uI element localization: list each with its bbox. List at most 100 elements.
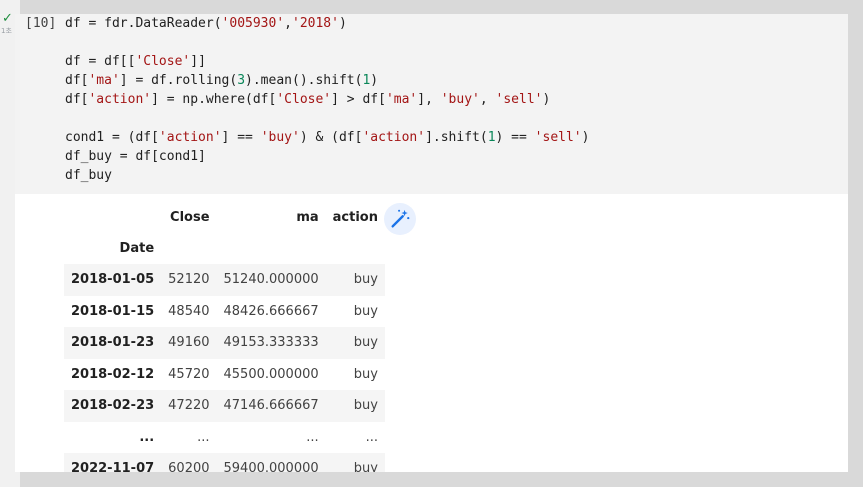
code-token: ) — [338, 16, 347, 31]
code-token: , — [479, 92, 496, 107]
row-index-date: 2018-01-15 — [71, 303, 155, 319]
cell-action: buy — [353, 303, 378, 319]
cell-ma: 47146.666667 — [223, 398, 319, 414]
code-string-token: 'sell' — [534, 130, 582, 145]
index-name-date: Date — [119, 241, 155, 256]
code-editor[interactable]: [10] df = fdr.DataReader('005930','2018'… — [15, 14, 848, 194]
row-index-date: ... — [139, 429, 155, 445]
code-string-token: 'buy' — [440, 92, 480, 107]
code-token: ) & (df[ — [299, 130, 363, 145]
code-token: ) — [370, 73, 379, 88]
code-line: df = fdr.DataReader('005930','2018') — [65, 14, 589, 33]
code-token: df[ — [65, 73, 89, 88]
cell-ma: 48426.666667 — [223, 303, 319, 319]
cell-close: 60200 — [168, 461, 210, 472]
execution-count: [10] — [25, 16, 57, 31]
code-number-token: 1 — [487, 130, 496, 145]
code-line: df['action'] = np.where(df['Close'] > df… — [65, 90, 589, 109]
cell-close: 45720 — [168, 366, 210, 382]
index-row-blank-1 — [161, 233, 216, 264]
code-token: df_buy = df[cond1] — [65, 149, 206, 164]
code-string-token: 'action' — [158, 130, 222, 145]
cell-close: 47220 — [168, 398, 210, 414]
code-string-token: '2018' — [292, 16, 339, 31]
table-row: 2018-02-12 45720 45500.000000 buy — [64, 359, 385, 391]
code-line: df['ma'] = df.rolling(3).mean().shift(1) — [65, 71, 589, 90]
table-row: 2018-02-23 47220 47146.666667 buy — [64, 390, 385, 422]
table-body: 2018-01-05 52120 51240.000000 buy 2018-01-15… — [64, 264, 385, 472]
cell-close: 48540 — [168, 303, 210, 319]
code-string-token: 'action' — [362, 130, 426, 145]
code-token: ] = df.rolling( — [119, 73, 238, 88]
table-row: 2018-01-05 52120 51240.000000 buy — [64, 264, 385, 296]
row-index-date: 2018-01-05 — [71, 272, 155, 288]
code-number-token: 3 — [237, 73, 246, 88]
row-index-date: 2018-01-23 — [71, 335, 155, 351]
table-row: 2018-01-23 49160 49153.333333 buy — [64, 327, 385, 359]
column-header-close: Close — [170, 210, 210, 225]
cell-ma: 49153.333333 — [223, 335, 319, 351]
table-row: 2022-11-07 60200 59400.000000 buy — [64, 453, 385, 472]
code-string-token: '005930' — [221, 16, 285, 31]
column-header-ma: ma — [296, 210, 319, 225]
code-token: df_buy — [65, 168, 112, 183]
cell-close: 52120 — [168, 272, 210, 288]
cell-action: buy — [353, 335, 378, 351]
code-string-token: 'Close' — [135, 54, 191, 69]
run-success-check-icon[interactable]: ✓ — [2, 12, 13, 26]
index-row-blank-3 — [326, 233, 385, 264]
code-token: ).mean().shift( — [245, 73, 363, 88]
code-token: ] == — [221, 130, 261, 145]
table-row: ............ — [64, 422, 385, 454]
cell-ma: ... — [306, 429, 319, 445]
code-token: ], — [417, 92, 441, 107]
code-token: ) — [581, 130, 590, 145]
column-header-row: Close ma action — [64, 202, 385, 233]
row-index-date: 2018-02-23 — [71, 398, 155, 414]
code-line: df = df[['Close']] — [65, 52, 589, 71]
cell-close: 49160 — [168, 335, 210, 351]
code-token: ) — [542, 92, 551, 107]
code-line: df_buy — [65, 166, 589, 185]
code-line: cond1 = (df['action'] == 'buy') & (df['a… — [65, 128, 589, 147]
code-token: df[ — [65, 92, 89, 107]
cell-ma: 45500.000000 — [223, 366, 319, 382]
code-token: ] = np.where(df[ — [151, 92, 277, 107]
column-header-action: action — [332, 210, 378, 225]
magic-wand-button[interactable] — [384, 203, 416, 235]
row-index-date: 2022-11-07 — [71, 461, 155, 472]
cell-ma: 51240.000000 — [223, 272, 319, 288]
cell-ma: 59400.000000 — [223, 461, 319, 472]
code-string-token: 'ma' — [385, 92, 418, 107]
code-token: ].shift( — [425, 130, 488, 145]
code-string-token: 'sell' — [495, 92, 543, 107]
code-token: df = fdr.DataReader( — [65, 16, 222, 31]
code-token: , — [284, 16, 292, 31]
index-row-blank-2 — [217, 233, 326, 264]
dataframe-table: Close ma action Date 2018-01-05 52120 5124… — [64, 202, 385, 472]
cell-action: buy — [353, 272, 378, 288]
row-index-date: 2018-02-12 — [71, 366, 155, 382]
code-cell[interactable]: [10] df = fdr.DataReader('005930','2018'… — [15, 14, 848, 472]
cell-output: Close ma action Date 2018-01-05 52120 5124… — [64, 202, 385, 472]
cell-action: ... — [365, 429, 378, 445]
code-string-token: 'ma' — [88, 73, 120, 88]
cell-action: buy — [353, 398, 378, 414]
code-token: ] > df[ — [331, 92, 386, 107]
code-token: df = df[[ — [65, 54, 136, 69]
code-string-token: 'action' — [88, 92, 152, 107]
code-string-token: 'Close' — [276, 92, 332, 107]
cell-action: buy — [353, 461, 378, 472]
code-token: cond1 = (df[ — [65, 130, 159, 145]
cell-close: ... — [197, 429, 210, 445]
cell-action: buy — [353, 366, 378, 382]
index-name-row: Date — [64, 233, 385, 264]
code-string-token: 'buy' — [260, 130, 300, 145]
code-text[interactable]: df = fdr.DataReader('005930','2018') df =… — [65, 14, 589, 185]
code-token: ]] — [190, 54, 206, 69]
run-duration: 1초 — [1, 27, 12, 35]
code-token: ) == — [495, 130, 535, 145]
code-line: df_buy = df[cond1] — [65, 147, 589, 166]
